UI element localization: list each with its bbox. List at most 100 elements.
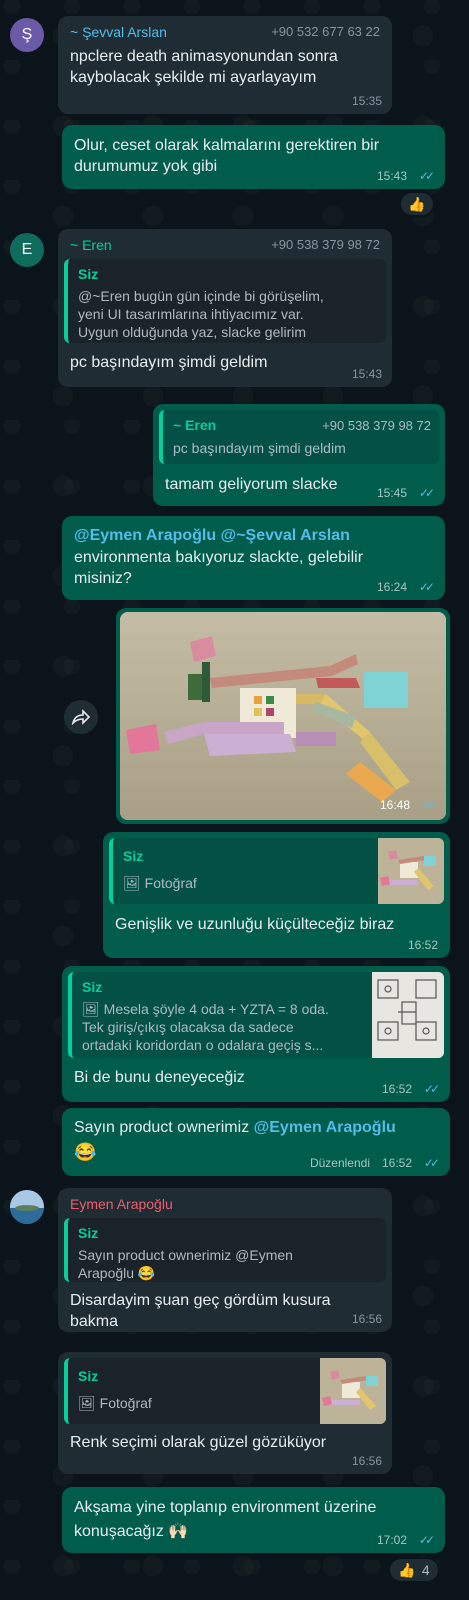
sender-phone: +90 532 677 63 22	[271, 24, 380, 39]
message-text: Sayın product ownerimiz	[74, 1119, 254, 1136]
quoted-text-line2: Tek giriş/çıkış olacaksa da sadece	[82, 1019, 294, 1035]
quoted-message[interactable]: Siz Sayın product ownerimiz @Eymen Arapo…	[64, 1218, 386, 1282]
quoted-text-line1: 🖼 Mesela şöyle 4 oda + YZTA = 8 oda.	[82, 1000, 329, 1018]
message-text-line1: npclere death animasyonundan sonra	[70, 48, 338, 65]
double-check-icon: ✓✓	[418, 486, 435, 500]
quoted-message[interactable]: Siz @~Eren bugün gün içinde bi görüşelim…	[64, 259, 386, 343]
message-bubble[interactable]: Akşama yine toplanıp environment üzerine…	[62, 1487, 445, 1553]
quoted-photo-label: 🖼 Fotoğraf	[78, 1394, 152, 1412]
message-bubble[interactable]: Siz 🖼 Fotoğraf Renk seçimi olarak güzel …	[58, 1352, 392, 1474]
reaction-badge[interactable]: 👍 4	[388, 1557, 440, 1583]
image-icon: 🖼	[123, 875, 141, 891]
thumbs-up-icon: 👍	[398, 1561, 416, 1578]
quoted-text: Fotoğraf	[144, 875, 197, 891]
quoted-text-line1: @~Eren bugün gün içinde bi görüşelim,	[78, 288, 324, 304]
avatar-photo	[10, 1190, 44, 1224]
shared-photo[interactable]: 16:48 ✓✓	[120, 612, 446, 820]
quoted-author: Siz	[123, 848, 144, 864]
avatar-initial: Ş	[21, 26, 33, 43]
quoted-text-line2: yeni UI tasarımlarına ihtiyacımız var.	[78, 306, 304, 322]
quoted-text: Fotoğraf	[99, 1395, 152, 1411]
quoted-photo-thumbnail	[378, 838, 444, 904]
message-bubble[interactable]: Siz 🖼 Fotoğraf Genişlik ve uzunluğu küçü…	[103, 832, 450, 958]
quoted-author: ~ Eren	[173, 417, 217, 433]
message-text-line1: Olur, ceset olarak kalmalarını gerektire…	[74, 137, 380, 154]
quoted-message[interactable]: Siz 🖼 Fotoğraf	[109, 838, 444, 904]
quoted-text-line3: Uygun olduğunda yaz, slacke gelirim	[78, 324, 307, 340]
image-icon: 🖼	[78, 1395, 96, 1411]
quoted-author: Siz	[78, 1225, 99, 1241]
double-check-icon: ✓✓	[423, 1156, 440, 1170]
photo-environment-map	[120, 612, 446, 820]
image-message[interactable]: 16:48 ✓✓	[116, 608, 450, 824]
message-text: pc başındayım şimdi geldim	[70, 354, 268, 371]
forward-button[interactable]	[64, 700, 98, 734]
message-text: tamam geliyorum slacke	[165, 476, 338, 493]
message-bubble[interactable]: Siz 🖼 Mesela şöyle 4 oda + YZTA = 8 oda.…	[62, 966, 450, 1102]
message-bubble[interactable]: ~ Eren +90 538 379 98 72 Siz @~Eren bugü…	[58, 229, 392, 387]
quoted-message[interactable]: Siz 🖼 Fotoğraf	[64, 1358, 386, 1424]
quoted-text-line3: ortadaki koridordan o odalara geçiş s...	[82, 1037, 324, 1053]
reaction-count: 4	[421, 1562, 430, 1578]
message-text-line1: Disardayim şuan geç gördüm kusura	[70, 1292, 331, 1309]
sender-phone: +90 538 379 98 72	[271, 237, 380, 252]
avatar-initial: E	[21, 241, 33, 258]
emoji: 😂	[74, 1142, 97, 1162]
quoted-text: pc başındayım şimdi geldim	[173, 440, 346, 456]
message-bubble[interactable]: Eymen Arapoğlu Siz Sayın product ownerim…	[58, 1188, 392, 1332]
quoted-sketch-thumbnail	[372, 972, 444, 1058]
message-bubble[interactable]: Olur, ceset olarak kalmalarını gerektire…	[62, 125, 445, 189]
message-bubble[interactable]: ~ Şevval Arslan +90 532 677 63 22 npcler…	[58, 16, 392, 114]
thumbs-up-icon: 👍	[408, 195, 426, 212]
quoted-author: Siz	[78, 266, 99, 282]
message-text: Renk seçimi olarak güzel gözüküyor	[70, 1434, 327, 1451]
message-text-line1: environmenta bakıyoruz slackte, gelebili…	[74, 549, 364, 566]
message-text: Bi de bunu deneyeceğiz	[74, 1069, 245, 1086]
message-bubble[interactable]: ~ Eren +90 538 379 98 72 pc başındayım ş…	[153, 404, 445, 506]
avatar-sevval[interactable]: Ş	[10, 18, 44, 52]
message-text-line2: bakma	[70, 1313, 119, 1330]
quoted-photo-thumbnail	[320, 1358, 386, 1424]
edited-label: Düzenlendi	[309, 1156, 370, 1170]
message-text-line1: Sayın product ownerimiz @Eymen Arapoğlu	[74, 1117, 396, 1138]
message-text-line2: misiniz?	[74, 570, 132, 587]
avatar-eymen[interactable]	[10, 1190, 44, 1224]
message-text-line2: durumumuz yok gibi	[74, 158, 218, 175]
sender-name[interactable]: ~ Şevval Arslan	[70, 24, 167, 40]
sender-name[interactable]: ~ Eren	[70, 237, 112, 253]
message-time: 16:52	[381, 1082, 412, 1096]
quoted-author: Siz	[82, 979, 103, 995]
message-time: 15:45	[376, 486, 407, 500]
message-time: 16:56	[351, 1312, 382, 1326]
quoted-message[interactable]: ~ Eren +90 538 379 98 72 pc başındayım ş…	[159, 410, 439, 464]
message-time: 16:56	[351, 1454, 382, 1468]
reaction-badge[interactable]: 👍	[399, 191, 435, 217]
mention-text[interactable]: @Eymen Arapoğlu @~Şevval Arslan	[74, 525, 350, 546]
message-text-line2: konuşacağız 🙌🏻	[74, 1523, 189, 1540]
message-time: 16:52	[407, 938, 438, 952]
quoted-text-line2: Arapoğlu 😂	[78, 1265, 156, 1281]
message-time: 16:24	[376, 580, 407, 594]
message-time: 16:48	[379, 798, 410, 812]
quoted-text-line1: Sayın product ownerimiz @Eymen	[78, 1247, 293, 1263]
message-bubble[interactable]: @Eymen Arapoğlu @~Şevval Arslan environm…	[62, 516, 445, 600]
double-check-icon: ✓✓	[423, 1082, 440, 1096]
quoted-author: Siz	[78, 1368, 99, 1384]
message-bubble[interactable]: Sayın product ownerimiz @Eymen Arapoğlu …	[62, 1108, 450, 1176]
message-time: 15:43	[351, 367, 382, 381]
quoted-phone: +90 538 379 98 72	[322, 418, 431, 433]
double-check-icon: ✓✓	[418, 169, 435, 183]
double-check-icon: ✓✓	[421, 798, 438, 812]
quoted-photo-label: 🖼 Fotoğraf	[123, 874, 197, 892]
image-icon: 🖼	[82, 1001, 100, 1017]
forward-icon	[71, 709, 91, 725]
message-time: 17:02	[376, 1533, 407, 1547]
quoted-message[interactable]: Siz 🖼 Mesela şöyle 4 oda + YZTA = 8 oda.…	[68, 972, 444, 1058]
message-time: 16:52	[381, 1156, 412, 1170]
sender-name[interactable]: Eymen Arapoğlu	[70, 1196, 173, 1212]
message-text: Genişlik ve uzunluğu küçülteceğiz biraz	[115, 916, 395, 933]
avatar-eren[interactable]: E	[10, 233, 44, 267]
message-time: 15:35	[351, 94, 382, 108]
mention-link[interactable]: @Eymen Arapoğlu	[254, 1119, 396, 1136]
message-text-line2: kaybolacak şekilde mi ayarlayayım	[70, 69, 317, 86]
